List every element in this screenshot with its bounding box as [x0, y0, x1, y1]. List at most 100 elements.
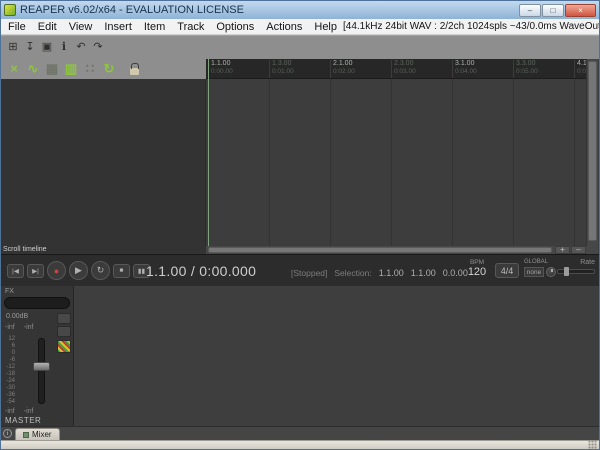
- project-settings-button[interactable]: ℹ: [57, 40, 71, 55]
- tab-mixer[interactable]: Mixer: [15, 428, 60, 440]
- transport-buttons: |◀ ▶|● ▶ ↻ ■ ▮▮: [7, 261, 150, 280]
- grid-line: [391, 79, 392, 246]
- volume-fader-thumb[interactable]: [33, 362, 50, 371]
- menu-item-file[interactable]: File: [2, 19, 32, 35]
- io-button[interactable]: [57, 326, 71, 337]
- repeat-icon: ↻: [97, 265, 105, 276]
- playrate-slider[interactable]: [557, 269, 595, 274]
- toggle-snap-button[interactable]: ▥: [62, 60, 80, 78]
- window-controls: – □ ×: [519, 4, 596, 17]
- docker-area: [1, 286, 599, 426]
- track-panel[interactable]: [1, 79, 206, 246]
- master-label: MASTER: [5, 416, 41, 425]
- resize-grip[interactable]: [588, 440, 597, 449]
- pause-icon: ▮▮: [138, 267, 145, 275]
- db-scale-label: -18: [1, 371, 15, 378]
- repeat-button[interactable]: ↻: [91, 261, 110, 280]
- fx-chain-slot[interactable]: [4, 297, 70, 309]
- volume-fader[interactable]: [38, 338, 45, 404]
- docker-menu-icon[interactable]: i: [3, 429, 12, 438]
- toggle-crossfade-icon: ×: [10, 61, 18, 76]
- zoom-in-button[interactable]: +: [555, 246, 570, 254]
- redo-button[interactable]: ↷: [91, 40, 105, 55]
- toggle-grouping-button[interactable]: ▦: [43, 60, 61, 78]
- env-button[interactable]: [57, 313, 71, 324]
- vertical-scrollbar[interactable]: [586, 59, 598, 246]
- toggle-ripple-button[interactable]: ↻: [100, 60, 118, 78]
- toggle-lock-button[interactable]: [125, 60, 143, 78]
- menu-item-help[interactable]: Help: [308, 19, 343, 35]
- go-to-end-button[interactable]: ▶|: [27, 264, 44, 278]
- new-project-button[interactable]: ⊞: [6, 40, 20, 55]
- global-automation-label: GLOBAL: [524, 259, 556, 265]
- transport-position[interactable]: 1.1.00 / 0:00.000: [146, 263, 256, 279]
- grid-line: [269, 79, 270, 246]
- toggle-grid-button[interactable]: ∷: [81, 60, 99, 78]
- zoom-out-button[interactable]: –: [571, 246, 586, 254]
- play-icon: ▶: [75, 265, 82, 276]
- grid-line: [513, 79, 514, 246]
- title-bar[interactable]: REAPER v6.02/x64 - EVALUATION LICENSE – …: [1, 1, 599, 19]
- scroll-hint-text: Scroll timeline: [3, 246, 47, 253]
- close-button[interactable]: ×: [565, 4, 596, 17]
- db-scale-label: -36: [1, 392, 15, 399]
- meter-icon[interactable]: [57, 340, 71, 353]
- save-project-button[interactable]: ▣: [40, 40, 54, 55]
- undo-icon: ↶: [76, 41, 85, 53]
- undo-button[interactable]: ↶: [74, 40, 88, 55]
- play-button[interactable]: ▶: [69, 261, 88, 280]
- open-project-button[interactable]: ↧: [23, 40, 37, 55]
- menu-item-options[interactable]: Options: [210, 19, 260, 35]
- playrate-group: Rate: [557, 259, 595, 274]
- ruler-beat-label: 1.1.00: [211, 60, 233, 68]
- bpm-value[interactable]: 120: [462, 266, 492, 278]
- ruler-marker: 4.1.000:06.00: [574, 60, 586, 78]
- toggle-grid-icon: ∷: [86, 61, 94, 76]
- menu-item-actions[interactable]: Actions: [260, 19, 308, 35]
- toggle-envelope-button[interactable]: ∿: [24, 60, 42, 78]
- minimize-button[interactable]: –: [519, 4, 541, 17]
- ruler-time-label: 0:03.00: [394, 68, 416, 76]
- menu-item-edit[interactable]: Edit: [32, 19, 63, 35]
- maximize-button[interactable]: □: [542, 4, 564, 17]
- lock-icon: [130, 68, 139, 75]
- automation-knob-icon[interactable]: [546, 267, 556, 277]
- menu-item-track[interactable]: Track: [171, 19, 210, 35]
- toggle-snap-icon: ▥: [65, 61, 77, 76]
- menu-item-item[interactable]: Item: [138, 19, 171, 35]
- go-to-start-icon: |◀: [12, 267, 19, 275]
- ruler-marker: 2.1.000:02.00: [330, 60, 355, 78]
- db-scale-label: -54: [1, 399, 15, 406]
- db-scale-label: -6: [1, 357, 15, 364]
- go-to-start-button[interactable]: |◀: [7, 264, 24, 278]
- menu-item-insert[interactable]: Insert: [98, 19, 138, 35]
- record-button[interactable]: ●: [47, 261, 66, 280]
- time-signature-button[interactable]: 4/4: [495, 263, 519, 278]
- vertical-scrollbar-thumb[interactable]: [588, 61, 597, 241]
- selection-label: Selection:: [334, 268, 371, 278]
- scroll-hint: Scroll timeline: [1, 246, 206, 254]
- db-scale-label: 6: [1, 343, 15, 350]
- toggle-crossfade-button[interactable]: ×: [5, 60, 23, 78]
- horizontal-scrollbar-thumb[interactable]: [208, 247, 552, 253]
- reaper-window: REAPER v6.02/x64 - EVALUATION LICENSE – …: [0, 0, 600, 450]
- peak-right-bottom: -inf: [24, 408, 34, 415]
- fx-label[interactable]: FX: [5, 288, 14, 295]
- db-scale-label: -30: [1, 385, 15, 392]
- ruler-beat-label: 3.3.00: [516, 60, 538, 68]
- timeline-ruler[interactable]: 1.1.000:00.001.3.000:01.002.1.000:02.002…: [206, 59, 586, 79]
- playrate-slider-thumb[interactable]: [564, 267, 569, 276]
- menu-item-view[interactable]: View: [63, 19, 99, 35]
- db-scale-label: 12: [1, 336, 15, 343]
- arrange-area[interactable]: [206, 79, 586, 246]
- selection-start[interactable]: 1.1.00: [379, 268, 404, 278]
- selection-end[interactable]: 1.1.00: [411, 268, 436, 278]
- automation-mode-select[interactable]: none: [524, 267, 544, 277]
- ruler-marker: 3.3.000:05.00: [513, 60, 538, 78]
- ruler-beat-label: 3.1.00: [455, 60, 477, 68]
- toggle-ripple-icon: ↻: [104, 61, 115, 76]
- stop-button[interactable]: ■: [113, 264, 130, 278]
- horizontal-scrollbar[interactable]: + –: [206, 246, 586, 254]
- grid-line: [330, 79, 331, 246]
- mixer-tab-icon: [23, 432, 29, 438]
